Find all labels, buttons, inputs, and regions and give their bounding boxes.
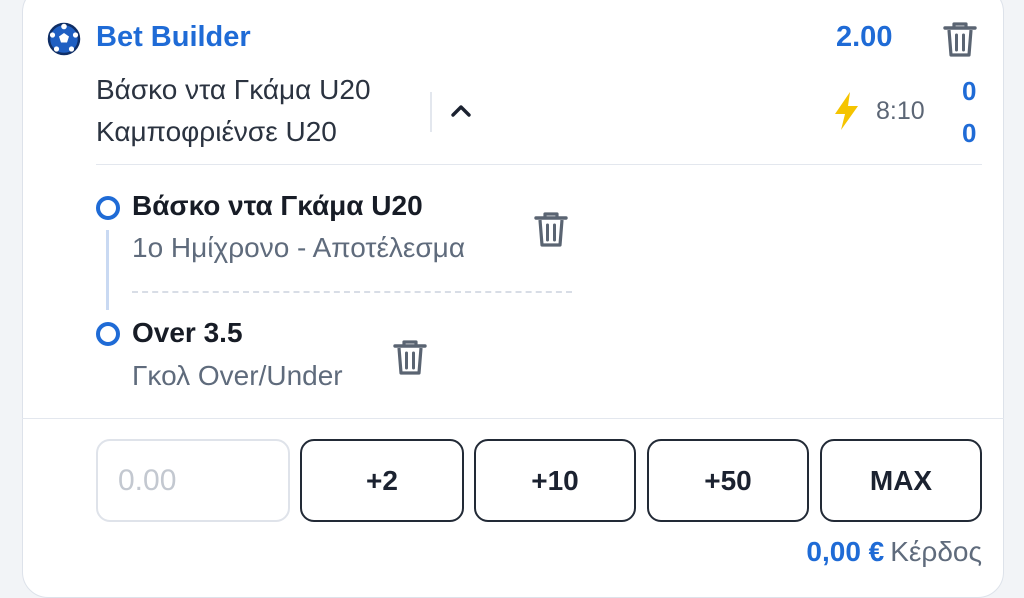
- potential-payout: 0,00 € Κέρδος: [806, 536, 982, 568]
- away-team: Καμποφριένσε U20: [96, 116, 337, 147]
- selection-connector: [106, 230, 109, 310]
- selection-market: 1ο Ημίχρονο - Αποτέλεσμα: [132, 232, 466, 263]
- selection-name: Βάσκο ντα Γκάμα U20: [132, 190, 423, 221]
- home-score: 0: [962, 76, 977, 106]
- remove-selection-trash-icon[interactable]: [532, 210, 570, 248]
- selection-market: Γκολ Over/Under: [132, 360, 343, 391]
- total-odds: 2.00: [836, 21, 893, 53]
- payout-label: Κέρδος: [890, 536, 982, 567]
- divider: [96, 164, 982, 165]
- football-icon: [47, 22, 81, 56]
- divider: [430, 92, 432, 132]
- remove-bet-trash-icon[interactable]: [942, 20, 978, 58]
- selection-marker: [96, 322, 120, 346]
- selection-separator: [132, 291, 572, 293]
- lightning-icon: [835, 92, 858, 130]
- quick-stake-2-button[interactable]: +2: [300, 439, 464, 522]
- quick-stake-10-button[interactable]: +10: [474, 439, 636, 522]
- max-stake-button[interactable]: MAX: [820, 439, 982, 522]
- chevron-up-icon[interactable]: [448, 102, 474, 120]
- away-score: 0: [962, 118, 977, 148]
- remove-selection-trash-icon[interactable]: [391, 338, 429, 376]
- bet-builder-title: Bet Builder: [96, 21, 251, 53]
- payout-value: 0,00 €: [806, 536, 885, 567]
- selection-name: Over 3.5: [132, 317, 243, 348]
- selection-marker: [96, 196, 120, 220]
- quick-stake-50-button[interactable]: +50: [647, 439, 809, 522]
- stake-input[interactable]: [96, 439, 290, 522]
- divider: [22, 418, 1004, 419]
- home-team: Βάσκο ντα Γκάμα U20: [96, 74, 371, 105]
- match-clock: 8:10: [876, 97, 925, 125]
